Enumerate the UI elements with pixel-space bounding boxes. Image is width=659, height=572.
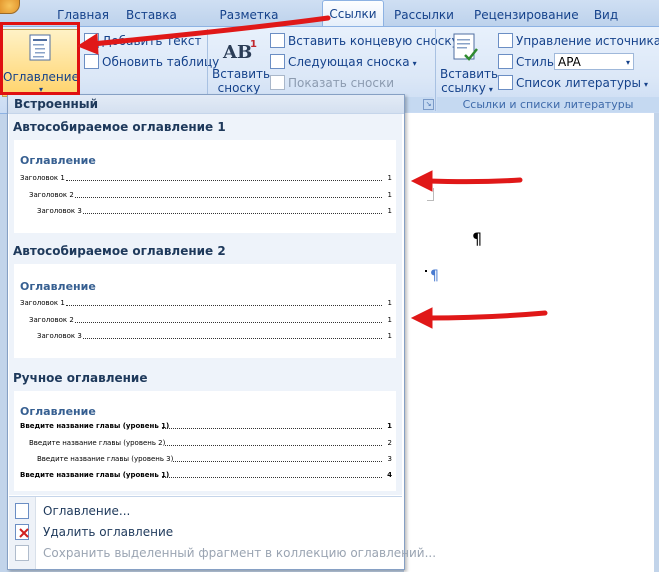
annotation-overlay [76, 15, 548, 329]
annotation-arrowhead [76, 33, 99, 55]
annotation-arrow [425, 310, 548, 321]
annotation-arrow [90, 15, 331, 47]
annotation-arrowhead [410, 307, 433, 329]
annotation-arrow [425, 177, 523, 185]
annotation-arrowhead [410, 170, 433, 192]
